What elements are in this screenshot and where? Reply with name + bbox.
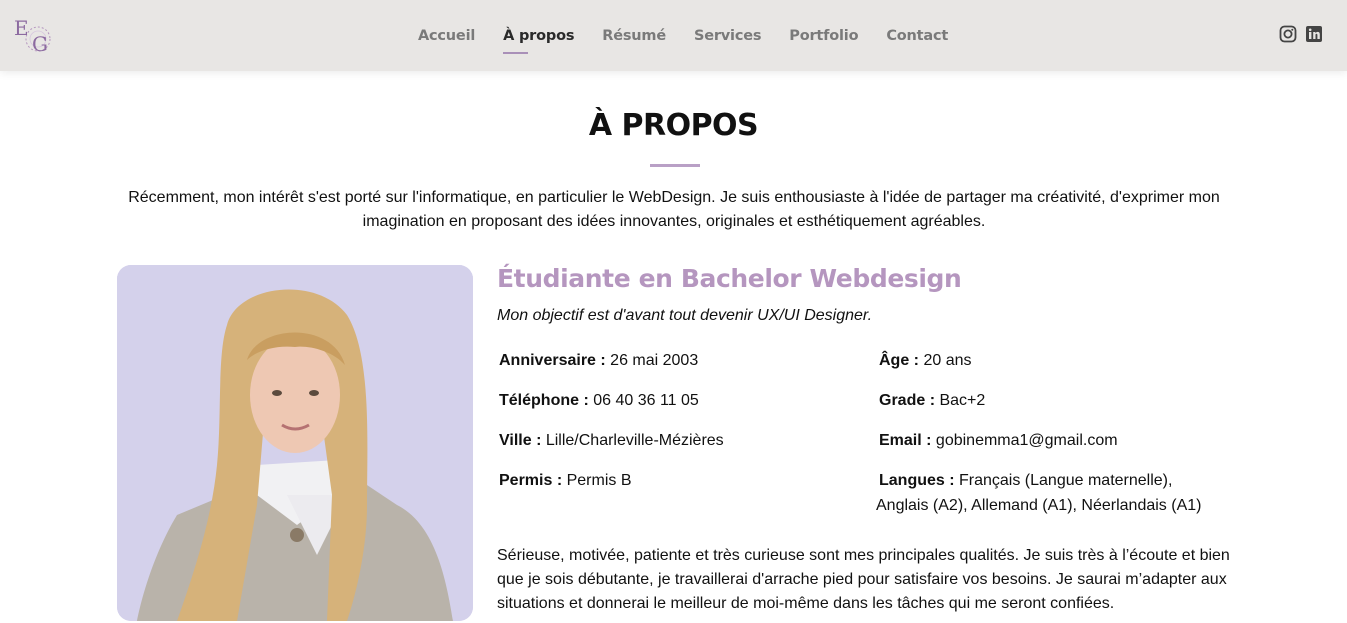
info-grade: Grade : Bac+2 xyxy=(879,389,985,413)
info-languages-continued: Anglais (A2), Allemand (A1), Néerlandais… xyxy=(876,497,1202,514)
svg-text:G: G xyxy=(32,32,48,55)
info-value: 26 mai 2003 xyxy=(605,352,699,369)
info-age: Âge : 20 ans xyxy=(879,349,971,373)
info-label: Email : xyxy=(879,432,932,449)
info-label: Ville : xyxy=(499,432,542,449)
eg-monogram-logo[interactable]: E G xyxy=(12,13,54,55)
top-navigation-bar: E G Accueil À propos Résumé Services Por… xyxy=(0,0,1347,71)
info-value: 20 ans xyxy=(919,352,972,369)
nav-item-a-propos[interactable]: À propos xyxy=(503,28,574,54)
info-label: Langues : xyxy=(879,472,955,489)
info-languages: Langues : Français (Langue maternelle), xyxy=(879,469,1172,493)
role-title: Étudiante en Bachelor Webdesign xyxy=(497,264,962,293)
info-label: Âge : xyxy=(879,352,919,369)
info-city: Ville : Lille/Charleville-Mézières xyxy=(499,429,724,453)
info-label: Grade : xyxy=(879,392,936,409)
instagram-icon[interactable] xyxy=(1279,25,1297,43)
nav-item-services[interactable]: Services xyxy=(694,28,762,44)
info-value: Français (Langue maternelle), xyxy=(954,472,1173,489)
main-nav: Accueil À propos Résumé Services Portfol… xyxy=(418,0,976,71)
linkedin-icon[interactable] xyxy=(1305,25,1323,43)
nav-item-portfolio[interactable]: Portfolio xyxy=(789,28,858,44)
nav-item-contact[interactable]: Contact xyxy=(886,28,948,44)
objective-text: Mon objectif est d'avant tout devenir UX… xyxy=(497,307,873,324)
nav-item-resume[interactable]: Résumé xyxy=(602,28,666,44)
info-phone: Téléphone : 06 40 36 11 05 xyxy=(499,389,699,413)
svg-text:E: E xyxy=(14,16,29,40)
info-label: Anniversaire : xyxy=(499,352,606,369)
profile-photo xyxy=(117,265,473,621)
info-value: gobinemma1@gmail.com xyxy=(931,432,1118,449)
nav-item-accueil[interactable]: Accueil xyxy=(418,28,475,44)
info-value: Permis B xyxy=(562,472,632,489)
bio-paragraph: Sérieuse, motivée, patiente et très curi… xyxy=(497,547,1230,612)
intro-paragraph: Récemment, mon intérêt s'est porté sur l… xyxy=(128,189,1220,230)
info-label: Permis : xyxy=(499,472,563,489)
info-value: Bac+2 xyxy=(935,392,986,409)
info-license: Permis : Permis B xyxy=(499,469,631,493)
section-title: À PROPOS xyxy=(588,108,759,143)
info-email: Email : gobinemma1@gmail.com xyxy=(879,429,1118,453)
info-birthday: Anniversaire : 26 mai 2003 xyxy=(499,349,698,373)
info-value: Lille/Charleville-Mézières xyxy=(541,432,724,449)
info-value: 06 40 36 11 05 xyxy=(588,392,699,409)
portrait-illustration xyxy=(117,265,473,621)
info-label: Téléphone : xyxy=(499,392,589,409)
title-underline xyxy=(650,164,700,167)
